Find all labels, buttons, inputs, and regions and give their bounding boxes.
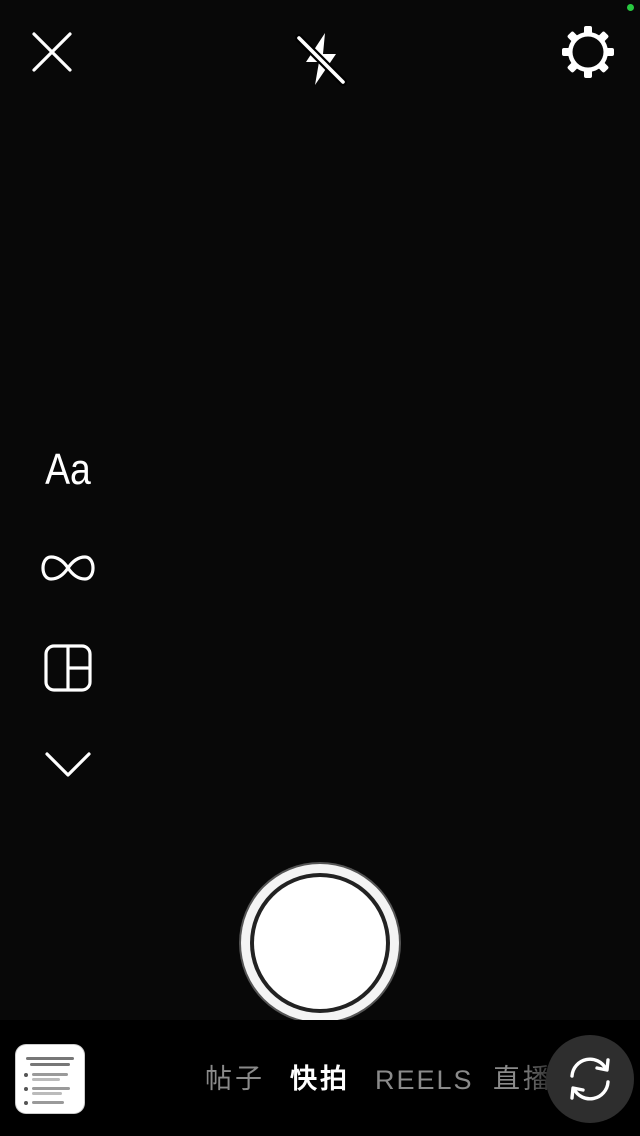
layout-grid-icon bbox=[44, 644, 92, 692]
boomerang-button[interactable] bbox=[38, 546, 98, 590]
flash-off-icon[interactable] bbox=[292, 30, 350, 88]
layout-button[interactable] bbox=[38, 642, 98, 694]
chevron-down-icon bbox=[45, 752, 91, 777]
close-icon[interactable] bbox=[30, 30, 74, 74]
camera-flip-icon bbox=[570, 1057, 610, 1101]
shutter-button[interactable] bbox=[241, 864, 399, 1022]
infinity-icon bbox=[41, 555, 95, 581]
camera-flip-button[interactable] bbox=[546, 1035, 634, 1123]
tab-reels[interactable]: REELS bbox=[375, 1064, 474, 1096]
tab-post[interactable]: 帖子 bbox=[205, 1064, 265, 1096]
create-mode-label: Aa bbox=[45, 445, 91, 494]
more-tools-button[interactable] bbox=[38, 746, 98, 782]
gear-icon[interactable] bbox=[560, 24, 616, 80]
camera-in-use-indicator bbox=[627, 4, 634, 11]
shutter-inner bbox=[254, 877, 386, 1009]
tab-story[interactable]: 快拍 bbox=[290, 1064, 350, 1096]
create-mode-button[interactable]: Aa bbox=[43, 440, 94, 500]
